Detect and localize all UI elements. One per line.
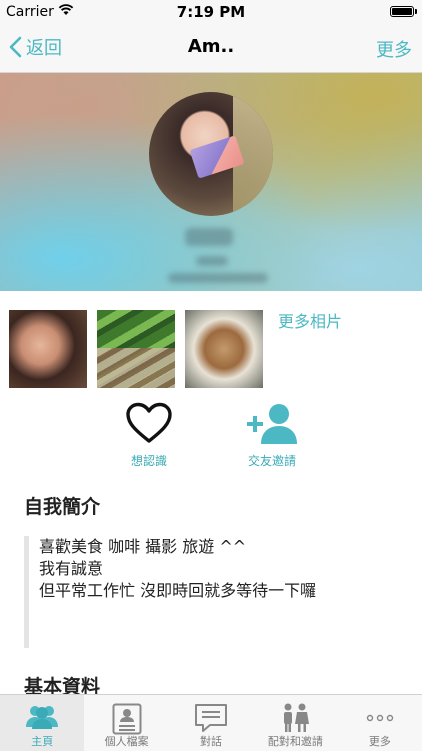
couple-icon	[284, 703, 310, 732]
add-friend-icon	[247, 404, 297, 444]
like-button[interactable]: 想認識	[109, 402, 189, 469]
status-time: 7:19 PM	[176, 3, 246, 21]
battery-tip	[415, 9, 417, 14]
tab-chat[interactable]: 對話	[169, 695, 253, 751]
chat-bubble-icon	[195, 704, 228, 732]
blurred-name	[185, 228, 233, 246]
friend-invite-label: 交友邀請	[247, 454, 296, 468]
tab-home[interactable]: 主頁	[0, 695, 85, 751]
tab-profile-label: 個人檔案	[104, 735, 149, 748]
tab-match[interactable]: 配對和邀請	[253, 695, 337, 751]
more-button[interactable]: 更多	[376, 36, 412, 62]
tab-more-label: 更多	[368, 735, 391, 748]
tab-bar: 主頁 個人檔案 對話 配對和邀請 更多	[0, 694, 422, 751]
more-photos-link[interactable]: 更多相片	[278, 308, 342, 332]
profile-card-icon	[112, 703, 142, 735]
avatar[interactable]	[149, 92, 273, 216]
people-icon	[26, 706, 59, 729]
photo-thumbnail-2[interactable]	[97, 310, 175, 388]
profile-header	[0, 73, 422, 291]
intro-text: 喜歡美食 咖啡 攝影 旅遊 ^^ 我有誠意 但平常工作忙 沒即時回就多等待一下囉	[24, 536, 409, 648]
intro-line: 我有誠意	[39, 559, 104, 578]
more-dots-icon	[366, 714, 394, 722]
blurred-location	[168, 273, 268, 283]
friend-invite-button[interactable]: 交友邀請	[232, 402, 312, 469]
tab-chat-label: 對話	[200, 735, 223, 748]
blurred-info	[196, 256, 228, 266]
tab-more[interactable]: 更多	[338, 695, 422, 751]
intro-line: 但平常工作忙 沒即時回就多等待一下囉	[39, 581, 317, 600]
tab-home-label: 主頁	[31, 735, 54, 748]
status-bar: Carrier 7:19 PM	[0, 0, 422, 24]
photo-thumbnail-1[interactable]	[9, 310, 87, 388]
heart-icon	[126, 402, 172, 443]
battery-icon	[390, 6, 414, 17]
tab-match-label: 配對和邀請	[267, 735, 323, 748]
tab-profile[interactable]: 個人檔案	[84, 695, 168, 751]
intro-heading: 自我簡介	[24, 496, 101, 518]
photo-thumbnail-3[interactable]	[185, 310, 263, 388]
like-label: 想認識	[130, 454, 167, 468]
page-title: Am..	[187, 36, 235, 57]
navigation-bar: 返回 Am.. 更多	[0, 24, 422, 73]
intro-line: 喜歡美食 咖啡 攝影 旅遊 ^^	[39, 537, 247, 556]
